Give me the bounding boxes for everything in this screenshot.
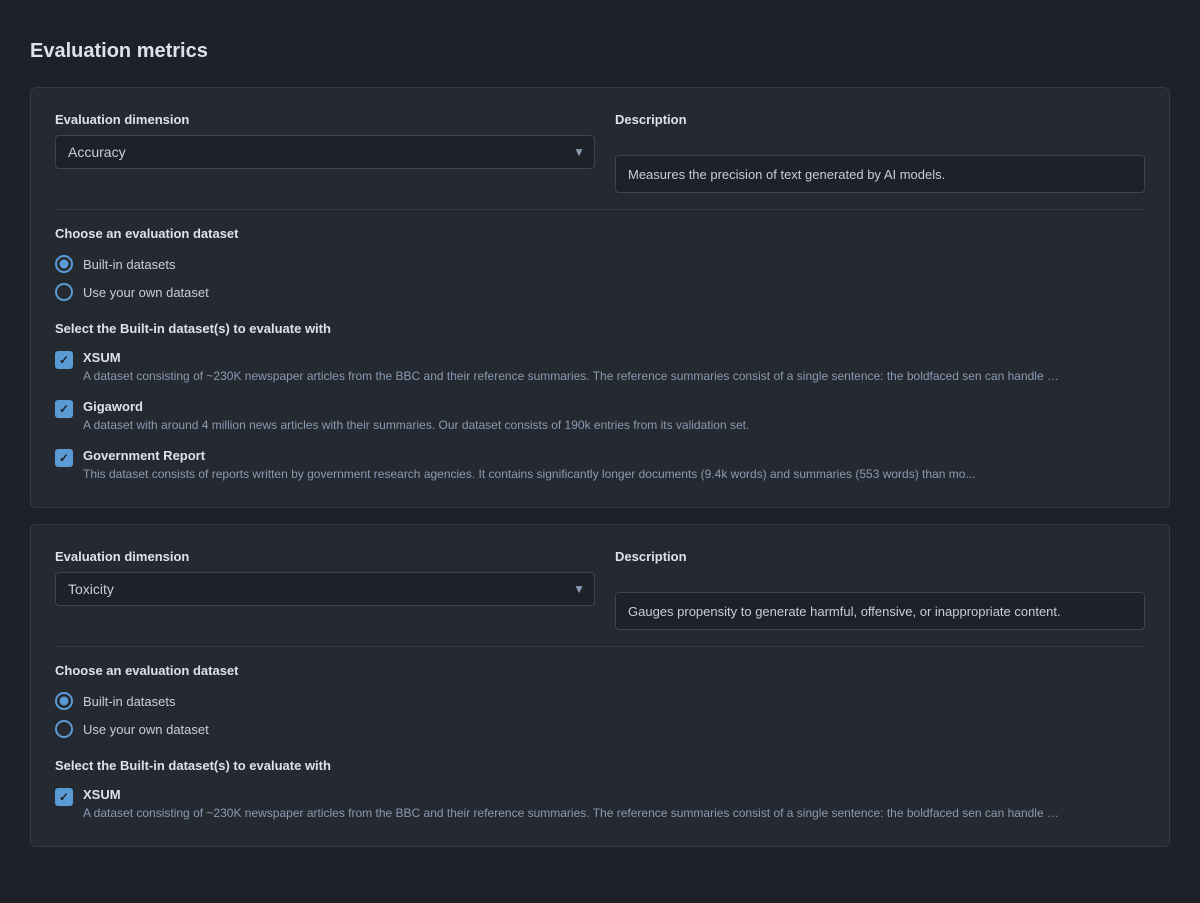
description-value-2: Gauges propensity to generate harmful, o… bbox=[615, 592, 1145, 630]
description-value-1: Measures the precision of text generated… bbox=[615, 155, 1145, 193]
evaluation-card-1: Evaluation dimension Accuracy Toxicity F… bbox=[30, 87, 1170, 508]
radio-builtin-label-1: Built-in datasets bbox=[83, 257, 176, 272]
checkbox-govreport-desc-1: This dataset consists of reports written… bbox=[83, 465, 975, 483]
dataset-radio-group-1: Built-in datasets Use your own dataset bbox=[55, 255, 1145, 301]
checkbox-govreport-1[interactable]: Government Report This dataset consists … bbox=[55, 448, 1145, 483]
dimension-select-wrapper-2: Accuracy Toxicity Fluency Coherence ▼ bbox=[55, 572, 595, 606]
checkbox-xsum-desc-1: A dataset consisting of ~230K newspaper … bbox=[83, 367, 1063, 385]
radio-own-1[interactable]: Use your own dataset bbox=[55, 283, 1145, 301]
radio-builtin-input-2[interactable] bbox=[55, 692, 73, 710]
radio-builtin-label-2: Built-in datasets bbox=[83, 694, 176, 709]
description-label-2: Description bbox=[615, 549, 1145, 564]
dimension-select-wrapper-1: Accuracy Toxicity Fluency Coherence ▼ bbox=[55, 135, 595, 169]
radio-own-2[interactable]: Use your own dataset bbox=[55, 720, 1145, 738]
checkbox-group-1: XSUM A dataset consisting of ~230K newsp… bbox=[55, 350, 1145, 483]
dataset-section-label-2: Choose an evaluation dataset bbox=[55, 663, 1145, 678]
dimension-label-1: Evaluation dimension bbox=[55, 112, 595, 127]
checkbox-xsum-1[interactable]: XSUM A dataset consisting of ~230K newsp… bbox=[55, 350, 1145, 385]
radio-builtin-input-1[interactable] bbox=[55, 255, 73, 273]
divider-2 bbox=[55, 646, 1145, 647]
checkbox-gigaword-title-1: Gigaword bbox=[83, 399, 749, 414]
dimension-label-2: Evaluation dimension bbox=[55, 549, 595, 564]
dataset-radio-group-2: Built-in datasets Use your own dataset bbox=[55, 692, 1145, 738]
radio-own-label-2: Use your own dataset bbox=[83, 722, 209, 737]
radio-own-input-1[interactable] bbox=[55, 283, 73, 301]
radio-own-label-1: Use your own dataset bbox=[83, 285, 209, 300]
checkbox-xsum-title-1: XSUM bbox=[83, 350, 1063, 365]
checkbox-xsum-input-1[interactable] bbox=[55, 351, 73, 369]
checkbox-group-2: XSUM A dataset consisting of ~230K newsp… bbox=[55, 787, 1145, 822]
radio-own-input-2[interactable] bbox=[55, 720, 73, 738]
page-title: Evaluation metrics bbox=[30, 40, 1170, 63]
dataset-section-label-1: Choose an evaluation dataset bbox=[55, 226, 1145, 241]
checkbox-gigaword-desc-1: A dataset with around 4 million news art… bbox=[83, 416, 749, 434]
dimension-select-1[interactable]: Accuracy Toxicity Fluency Coherence bbox=[55, 135, 595, 169]
checkbox-xsum-2[interactable]: XSUM A dataset consisting of ~230K newsp… bbox=[55, 787, 1145, 822]
dimension-select-2[interactable]: Accuracy Toxicity Fluency Coherence bbox=[55, 572, 595, 606]
radio-builtin-2[interactable]: Built-in datasets bbox=[55, 692, 1145, 710]
checkbox-govreport-input-1[interactable] bbox=[55, 449, 73, 467]
checkbox-xsum-desc-2: A dataset consisting of ~230K newspaper … bbox=[83, 804, 1063, 822]
checkbox-gigaword-input-1[interactable] bbox=[55, 400, 73, 418]
builtin-section-label-1: Select the Built-in dataset(s) to evalua… bbox=[55, 321, 1145, 336]
evaluation-card-2: Evaluation dimension Accuracy Toxicity F… bbox=[30, 524, 1170, 847]
radio-builtin-1[interactable]: Built-in datasets bbox=[55, 255, 1145, 273]
checkbox-xsum-title-2: XSUM bbox=[83, 787, 1063, 802]
description-label-1: Description bbox=[615, 112, 1145, 127]
checkbox-gigaword-1[interactable]: Gigaword A dataset with around 4 million… bbox=[55, 399, 1145, 434]
checkbox-xsum-input-2[interactable] bbox=[55, 788, 73, 806]
checkbox-govreport-title-1: Government Report bbox=[83, 448, 975, 463]
divider-1 bbox=[55, 209, 1145, 210]
builtin-section-label-2: Select the Built-in dataset(s) to evalua… bbox=[55, 758, 1145, 773]
